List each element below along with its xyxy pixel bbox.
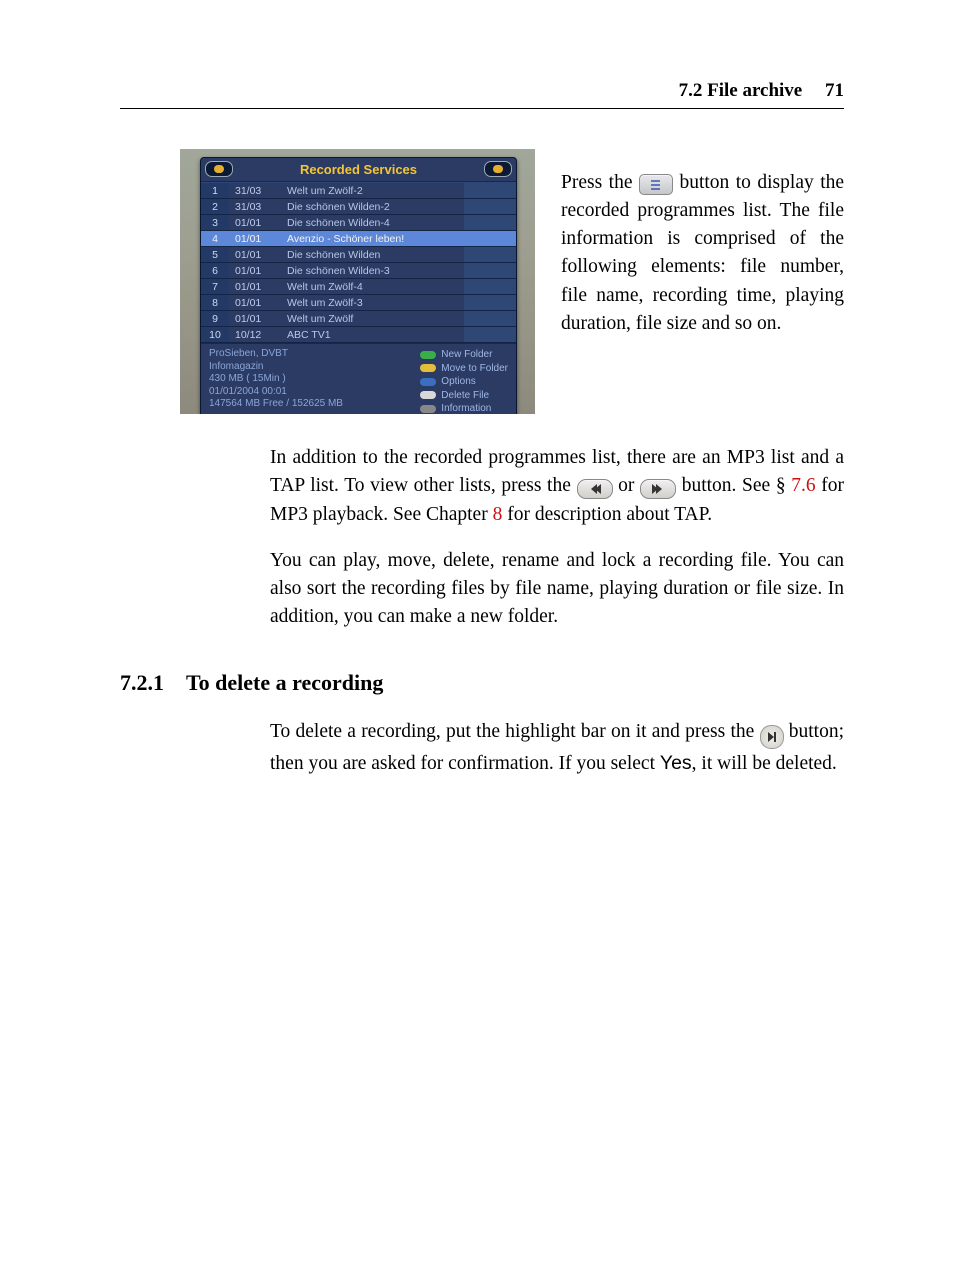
- yes-option: Yes: [660, 752, 692, 774]
- info-dot-icon: [420, 405, 436, 413]
- section-heading: 7.2.1 To delete a recording: [120, 670, 844, 696]
- section-ref: 7.2 File archive: [679, 80, 803, 101]
- section-number: 7.2.1: [120, 670, 164, 696]
- table-row: 1010/12ABC TV1: [201, 327, 516, 343]
- table-row: 901/01Welt um Zwölf: [201, 311, 516, 327]
- table-row: 801/01Welt um Zwölf-3: [201, 295, 516, 311]
- list-button-icon: [639, 174, 673, 195]
- screenshot-meta: ProSieben, DVBT Infomagazin 430 MB ( 15M…: [209, 348, 343, 414]
- page-number: 71: [825, 80, 844, 101]
- yellow-dot-icon: [420, 364, 436, 372]
- table-row: 501/01Die schönen Wilden: [201, 247, 516, 263]
- forward-button-icon: [640, 479, 676, 499]
- link-chapter-8[interactable]: 8: [493, 504, 503, 525]
- body-paragraph-3: To delete a recording, put the highlight…: [270, 718, 844, 778]
- screenshot-legend: New Folder Move to Folder Options Delete…: [420, 348, 508, 414]
- rewind-button-icon: [577, 479, 613, 499]
- table-row: 301/01Die schönen Wilden-4: [201, 215, 516, 231]
- link-7-6[interactable]: 7.6: [791, 475, 815, 496]
- white-dot-icon: [420, 391, 436, 399]
- blue-dot-icon: [420, 378, 436, 386]
- recorded-services-table: 131/03Welt um Zwölf-2231/03Die schönen W…: [201, 182, 516, 343]
- table-row: 401/01Avenzio - Schöner leben!: [201, 231, 516, 247]
- ffwd-pill-icon: [484, 161, 512, 177]
- body-paragraph-1: In addition to the recorded programmes l…: [270, 444, 844, 529]
- rew-pill-icon: [205, 161, 233, 177]
- skip-forward-button-icon: [760, 725, 784, 749]
- side-paragraph: Press the button to display the recorded…: [561, 169, 844, 339]
- table-row: 231/03Die schönen Wilden-2: [201, 199, 516, 215]
- screenshot-title: Recorded Services: [300, 162, 417, 177]
- green-dot-icon: [420, 351, 436, 359]
- recorded-services-screenshot: Recorded Services 131/03Welt um Zwölf-22…: [180, 149, 535, 414]
- table-row: 131/03Welt um Zwölf-2: [201, 183, 516, 199]
- table-row: 601/01Die schönen Wilden-3: [201, 263, 516, 279]
- section-title: To delete a recording: [186, 670, 383, 696]
- body-paragraph-2: You can play, move, delete, rename and l…: [270, 547, 844, 632]
- table-row: 701/01Welt um Zwölf-4: [201, 279, 516, 295]
- running-header: 7.2 File archive 71: [120, 80, 844, 109]
